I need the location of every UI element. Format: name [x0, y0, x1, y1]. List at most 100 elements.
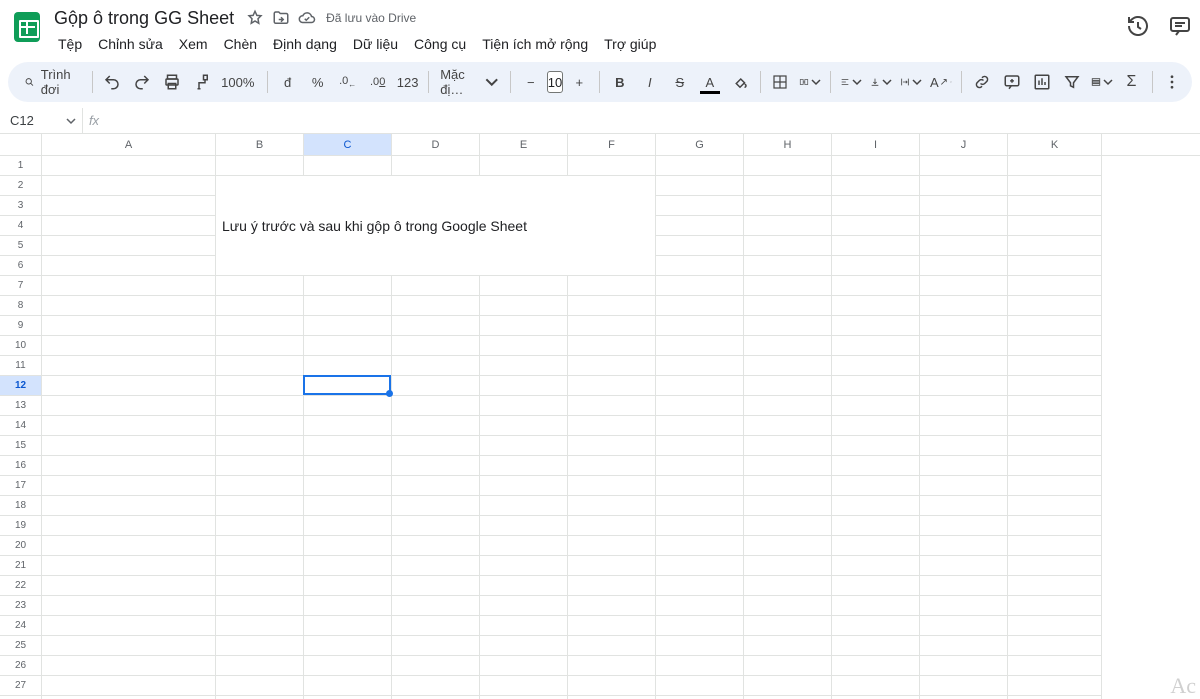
cell-A19[interactable] [42, 516, 216, 536]
cell-B17[interactable] [216, 476, 304, 496]
row-header-24[interactable]: 24 [0, 616, 41, 636]
cell-D20[interactable] [392, 536, 480, 556]
cell-B26[interactable] [216, 656, 304, 676]
cell-J10[interactable] [920, 336, 1008, 356]
cell-F21[interactable] [568, 556, 656, 576]
cell-F24[interactable] [568, 616, 656, 636]
cell-H1[interactable] [744, 156, 832, 176]
cell-E8[interactable] [480, 296, 568, 316]
cell-G4[interactable] [656, 216, 744, 236]
cell-K20[interactable] [1008, 536, 1102, 556]
zoom-select[interactable]: 100% [218, 68, 261, 96]
cell-G2[interactable] [656, 176, 744, 196]
cell-E20[interactable] [480, 536, 568, 556]
cell-J16[interactable] [920, 456, 1008, 476]
cell-D24[interactable] [392, 616, 480, 636]
cell-D16[interactable] [392, 456, 480, 476]
cell-E21[interactable] [480, 556, 568, 576]
cell-D12[interactable] [392, 376, 480, 396]
cell-D18[interactable] [392, 496, 480, 516]
font-size-input[interactable]: 10 [547, 71, 563, 93]
cell-H5[interactable] [744, 236, 832, 256]
bold-button[interactable]: B [606, 68, 634, 96]
cell-A8[interactable] [42, 296, 216, 316]
font-size-increase[interactable]: + [565, 68, 593, 96]
cell-C9[interactable] [304, 316, 392, 336]
cell-F11[interactable] [568, 356, 656, 376]
cell-F1[interactable] [568, 156, 656, 176]
cell-K17[interactable] [1008, 476, 1102, 496]
row-headers[interactable]: 1234567891011121314151617181920212223242… [0, 156, 42, 699]
cell-E22[interactable] [480, 576, 568, 596]
cell-I8[interactable] [832, 296, 920, 316]
cell-C26[interactable] [304, 656, 392, 676]
cell-F16[interactable] [568, 456, 656, 476]
comments-icon[interactable] [1168, 14, 1192, 38]
cell-H16[interactable] [744, 456, 832, 476]
cell-A13[interactable] [42, 396, 216, 416]
cell-K14[interactable] [1008, 416, 1102, 436]
cell-K23[interactable] [1008, 596, 1102, 616]
col-header-I[interactable]: I [832, 134, 920, 155]
cell-C1[interactable] [304, 156, 392, 176]
cell-K25[interactable] [1008, 636, 1102, 656]
cell-B10[interactable] [216, 336, 304, 356]
cell-A15[interactable] [42, 436, 216, 456]
cell-D14[interactable] [392, 416, 480, 436]
cell-J26[interactable] [920, 656, 1008, 676]
italic-button[interactable]: I [636, 68, 664, 96]
menu-tools[interactable]: Công cụ [406, 33, 474, 55]
cell-G19[interactable] [656, 516, 744, 536]
cell-I11[interactable] [832, 356, 920, 376]
redo-button[interactable] [128, 68, 156, 96]
cell-H9[interactable] [744, 316, 832, 336]
borders-button[interactable] [766, 68, 794, 96]
cell-D17[interactable] [392, 476, 480, 496]
cell-G3[interactable] [656, 196, 744, 216]
cell-K22[interactable] [1008, 576, 1102, 596]
cell-I20[interactable] [832, 536, 920, 556]
cell-J20[interactable] [920, 536, 1008, 556]
cell-E15[interactable] [480, 436, 568, 456]
functions-button[interactable]: Σ [1118, 68, 1146, 96]
cell-J25[interactable] [920, 636, 1008, 656]
row-header-10[interactable]: 10 [0, 336, 41, 356]
cell-D15[interactable] [392, 436, 480, 456]
cell-H3[interactable] [744, 196, 832, 216]
cell-A7[interactable] [42, 276, 216, 296]
cell-H13[interactable] [744, 396, 832, 416]
cell-C21[interactable] [304, 556, 392, 576]
cell-A18[interactable] [42, 496, 216, 516]
row-header-20[interactable]: 20 [0, 536, 41, 556]
cell-H4[interactable] [744, 216, 832, 236]
cloud-saved-icon[interactable] [298, 9, 316, 27]
col-header-D[interactable]: D [392, 134, 480, 155]
paint-format-button[interactable] [188, 68, 216, 96]
cell-D13[interactable] [392, 396, 480, 416]
cell-I2[interactable] [832, 176, 920, 196]
cell-G23[interactable] [656, 596, 744, 616]
cell-G8[interactable] [656, 296, 744, 316]
cell-K19[interactable] [1008, 516, 1102, 536]
cell-I1[interactable] [832, 156, 920, 176]
cell-J23[interactable] [920, 596, 1008, 616]
cell-K24[interactable] [1008, 616, 1102, 636]
cell-J19[interactable] [920, 516, 1008, 536]
cells-area[interactable]: Lưu ý trước và sau khi gộp ô trong Googl… [42, 156, 1200, 699]
col-header-K[interactable]: K [1008, 134, 1102, 155]
fill-color-button[interactable] [726, 68, 754, 96]
cell-E9[interactable] [480, 316, 568, 336]
row-header-3[interactable]: 3 [0, 196, 41, 216]
cell-J24[interactable] [920, 616, 1008, 636]
cell-B12[interactable] [216, 376, 304, 396]
cell-F25[interactable] [568, 636, 656, 656]
cell-B20[interactable] [216, 536, 304, 556]
row-header-21[interactable]: 21 [0, 556, 41, 576]
merge-button[interactable] [796, 68, 824, 96]
star-icon[interactable] [246, 9, 264, 27]
cell-G25[interactable] [656, 636, 744, 656]
row-header-5[interactable]: 5 [0, 236, 41, 256]
undo-button[interactable] [98, 68, 126, 96]
cell-J27[interactable] [920, 676, 1008, 696]
menu-insert[interactable]: Chèn [216, 33, 265, 55]
